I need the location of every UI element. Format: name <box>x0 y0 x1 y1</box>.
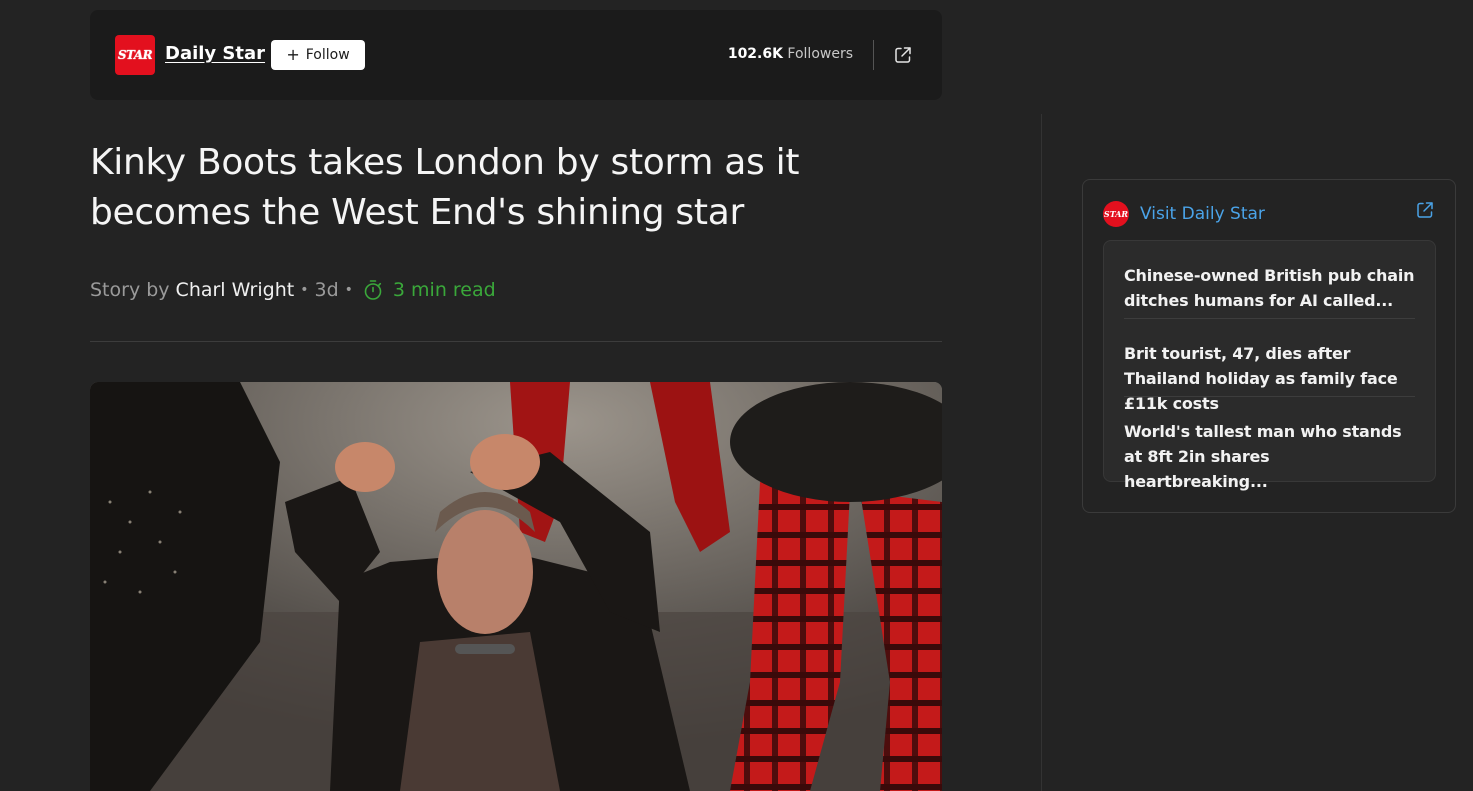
article-divider <box>90 341 942 342</box>
publisher-name-link[interactable]: Daily Star <box>165 43 265 64</box>
external-link-icon[interactable] <box>1415 200 1435 220</box>
story-by-label: Story by <box>90 279 170 301</box>
followers-number: 102.6K <box>727 46 783 62</box>
publisher-bar: STAR Daily Star + Follow 102.6K Follower… <box>90 10 942 100</box>
article-page: STAR Daily Star + Follow 102.6K Follower… <box>0 0 1473 791</box>
external-link-icon[interactable] <box>893 45 913 65</box>
article-age: 3d <box>314 279 339 301</box>
followers-label: Followers <box>787 46 853 62</box>
follow-button[interactable]: + Follow <box>271 40 365 70</box>
logo-text: STAR <box>117 48 153 62</box>
publisher-card: STAR Visit Daily Star Chinese-owned Brit… <box>1082 179 1456 513</box>
author-name[interactable]: Charl Wright <box>176 279 295 301</box>
stopwatch-icon <box>363 279 383 301</box>
follow-label: Follow <box>305 47 350 63</box>
hero-photo <box>90 382 942 791</box>
article-hero-image[interactable] <box>90 382 942 791</box>
plus-icon: + <box>286 45 300 64</box>
read-time: 3 min read <box>392 279 496 301</box>
byline-dot: • <box>344 282 353 298</box>
visit-publisher-link[interactable]: Visit Daily Star <box>1140 204 1265 224</box>
article-headline: Kinky Boots takes London by storm as it … <box>90 142 800 233</box>
byline-dot: • <box>300 282 309 298</box>
column-divider <box>1041 114 1042 791</box>
story-item[interactable]: Chinese-owned British pub chain ditches … <box>1124 241 1415 319</box>
daily-star-logo[interactable]: STAR <box>115 35 155 75</box>
logo-text: STAR <box>1103 209 1129 219</box>
byline: Story by Charl Wright • 3d • 3 min read <box>90 279 496 301</box>
daily-star-logo-small[interactable]: STAR <box>1103 201 1129 227</box>
related-stories-list: Chinese-owned British pub chain ditches … <box>1103 240 1436 491</box>
story-item[interactable]: Brit tourist, 47, dies after Thailand ho… <box>1124 319 1415 413</box>
followers-count: 102.6K Followers <box>728 46 853 62</box>
header-divider <box>873 40 874 70</box>
